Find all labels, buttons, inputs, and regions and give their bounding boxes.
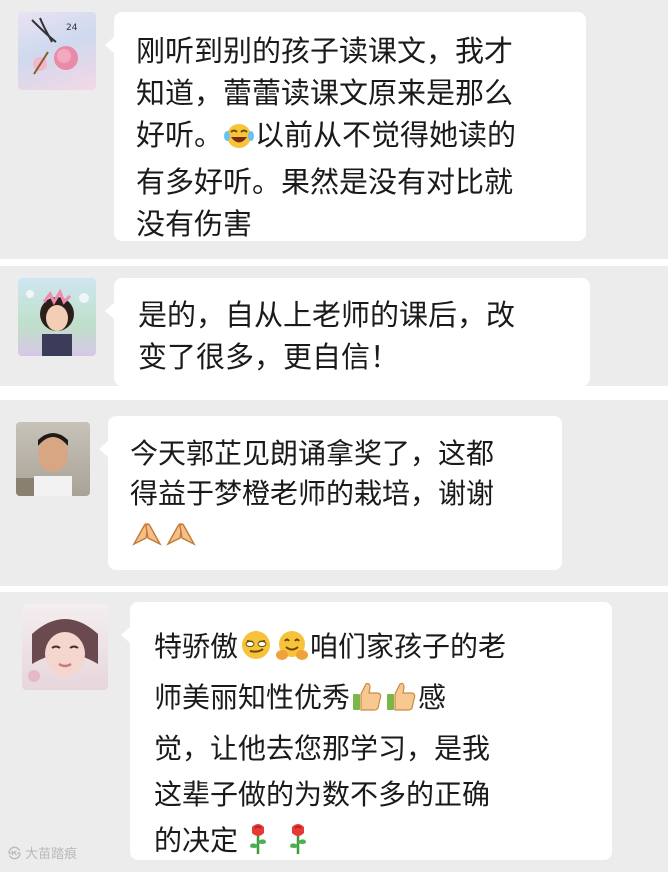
message-bubble-2[interactable]: 是的，自从上老师的课后，改 变了很多，更自信！	[105, 278, 590, 386]
avatar-4[interactable]	[22, 604, 108, 690]
message-panel-4: 特骄傲 咱们家孩子的老 师美丽知性优秀感 觉，让他去您那学习，是我 这辈子做的为数…	[0, 592, 668, 872]
avatar-3[interactable]	[16, 422, 90, 496]
avatar-2[interactable]	[18, 278, 96, 356]
message-panel-2: 是的，自从上老师的课后，改 变了很多，更自信！	[0, 266, 668, 386]
avatar-1[interactable]: 24	[18, 12, 96, 90]
thumbs-up-icon	[350, 680, 384, 726]
message-bubble-1[interactable]: 刚听到别的孩子读课文，我才 知道，蕾蕾读课文原来是那么 好听。 以前从不觉得她读的…	[105, 12, 586, 241]
rose-icon	[284, 821, 312, 869]
message-bubble-4[interactable]: 特骄傲 咱们家孩子的老 师美丽知性优秀感 觉，让他去您那学习，是我 这辈子做的为数…	[121, 602, 612, 860]
message-text-3: 今天郭芷见朗诵拿奖了，这都 得益于梦橙老师的栽培，谢谢	[130, 437, 495, 510]
rose-icon	[244, 821, 272, 869]
message-panel-1: 24 刚听到别的孩子读课文，我才 知道，蕾蕾读课文原来是那么 好听。 以前从不觉得…	[0, 0, 668, 259]
face-with-tears-of-joy-icon	[223, 119, 255, 161]
smirking-face-icon	[238, 629, 274, 675]
watermark: ㉿ 大苗踏痕	[8, 843, 77, 862]
man-avatar-icon	[16, 433, 72, 496]
folded-hands-icon	[164, 518, 198, 559]
message-text-4a: 特骄傲	[154, 630, 239, 663]
woman-avatar-icon	[28, 619, 98, 682]
watermark-text: 大苗踏痕	[25, 847, 78, 862]
message-text-2: 是的，自从上老师的课后，改 变了很多，更自信！	[138, 298, 516, 374]
hugging-face-icon	[274, 629, 310, 675]
message-panel-3: 今天郭芷见朗诵拿奖了，这都 得益于梦橙老师的栽培，谢谢	[0, 400, 668, 586]
girl-avatar-icon	[26, 288, 89, 356]
folded-hands-icon	[130, 518, 164, 559]
svg-text:24: 24	[66, 23, 78, 33]
watermark-logo-icon: ㉿	[8, 847, 26, 862]
rose-avatar-icon: 24	[31, 17, 78, 75]
message-bubble-3[interactable]: 今天郭芷见朗诵拿奖了，这都 得益于梦橙老师的栽培，谢谢	[99, 416, 562, 570]
thumbs-up-icon	[384, 680, 418, 726]
